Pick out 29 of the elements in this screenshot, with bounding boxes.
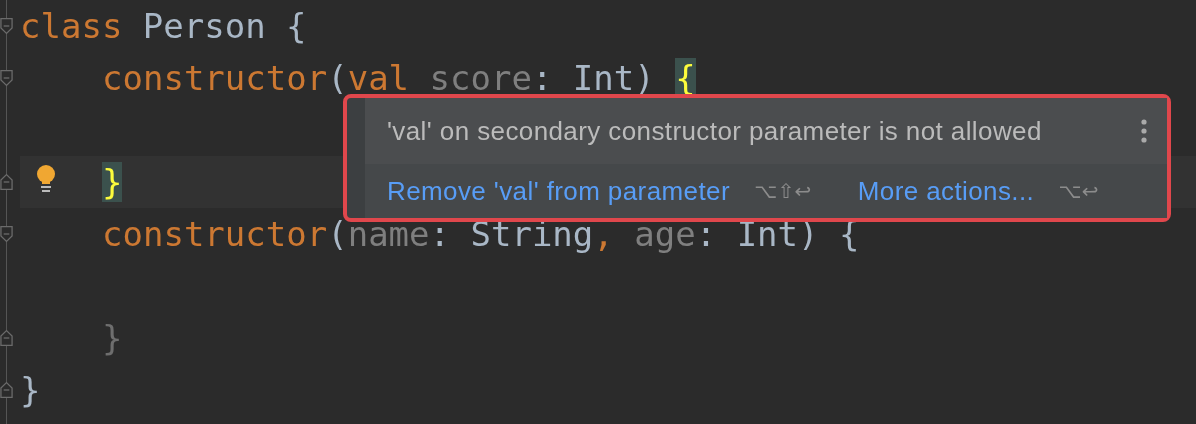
unused-parameter: score [428, 58, 532, 98]
matched-brace: } [102, 162, 123, 202]
fold-marker-icon[interactable] [0, 68, 13, 88]
code-token: : String [429, 214, 594, 254]
fold-marker-icon[interactable] [0, 328, 13, 348]
keyword-token: constructor [102, 214, 328, 254]
keyboard-shortcut: ⌥⇧↩ [753, 179, 812, 203]
fold-marker-icon[interactable] [0, 380, 13, 400]
action-link[interactable]: More actions... [857, 175, 1035, 207]
fold-marker-icon[interactable] [0, 16, 13, 36]
more-options-icon[interactable] [1141, 119, 1147, 143]
code-token: } [102, 318, 123, 358]
keyword-token: , [593, 214, 614, 254]
code-token: ( [327, 214, 348, 254]
unused-parameter: age [633, 214, 696, 254]
unused-parameter: name [347, 214, 430, 254]
code-token: ( [327, 58, 348, 98]
fold-marker-icon[interactable] [0, 224, 13, 244]
keyboard-shortcut: ⌥↩ [1058, 179, 1099, 203]
code-token: } [20, 370, 41, 410]
lightbulb-icon[interactable] [36, 165, 56, 195]
fold-marker-icon[interactable] [0, 172, 13, 192]
code-token: : Int) [531, 58, 656, 98]
keyword-token: constructor [102, 58, 328, 98]
error-token: val [347, 58, 410, 98]
keyword-token: class [20, 6, 123, 46]
code-token: Person { [141, 6, 307, 46]
action-link[interactable]: Remove 'val' from parameter [387, 175, 730, 207]
error-message: 'val' on secondary constructor parameter is not allowed [387, 115, 1042, 147]
